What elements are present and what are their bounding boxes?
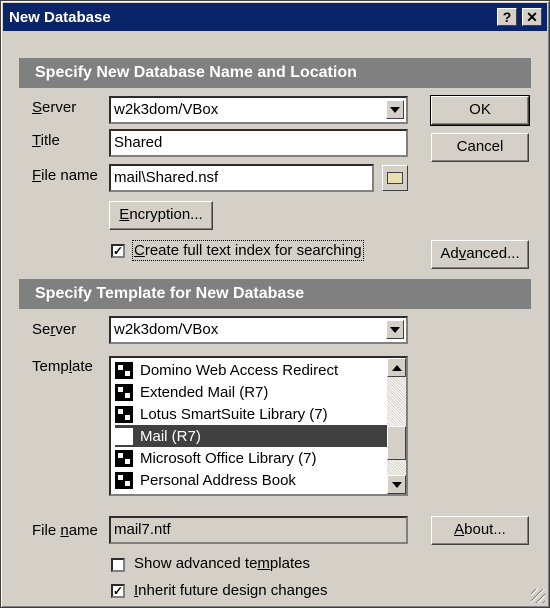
template-filename-field: mail7.ntf xyxy=(109,516,408,544)
scroll-thumb[interactable] xyxy=(387,426,406,460)
chevron-up-icon xyxy=(391,364,402,371)
template-item[interactable]: Extended Mail (R7) xyxy=(115,381,387,403)
database-icon xyxy=(115,361,133,379)
scroll-down-button[interactable] xyxy=(387,475,406,494)
server-label: Server xyxy=(32,99,77,116)
browse-folder-button[interactable] xyxy=(382,165,408,191)
server-label-rest: erver xyxy=(42,99,77,116)
title-field[interactable]: Shared xyxy=(109,129,408,157)
title-label: Title xyxy=(32,132,60,149)
template-label: Template xyxy=(32,358,93,375)
template-server-label: Server xyxy=(32,321,77,338)
chevron-down-icon xyxy=(390,106,400,113)
template-listbox[interactable]: Domino Web Access Redirect Extended Mail… xyxy=(109,356,408,496)
database-icon xyxy=(115,383,133,401)
dialog-title: New Database xyxy=(9,8,111,26)
server-value: w2k3dom/VBox xyxy=(114,101,219,118)
template-scrollbar[interactable] xyxy=(387,358,406,494)
close-button[interactable]: ✕ xyxy=(522,8,542,26)
server-combo[interactable]: w2k3dom/VBox xyxy=(109,96,408,124)
cancel-button[interactable]: Cancel xyxy=(431,133,529,162)
help-button[interactable]: ? xyxy=(497,8,517,26)
ok-button[interactable]: OK xyxy=(430,95,530,126)
database-icon xyxy=(115,471,133,489)
inherit-checkbox[interactable]: ✓ xyxy=(111,584,125,598)
title-bar: New Database ? ✕ xyxy=(3,3,547,31)
show-advanced-checkbox[interactable] xyxy=(111,558,125,572)
about-button[interactable]: About... xyxy=(431,516,529,545)
fulltext-label: Create full text index for searching xyxy=(132,240,364,261)
template-server-dropdown-arrow[interactable] xyxy=(386,320,404,339)
new-database-dialog: New Database ? ✕ Specify New Database Na… xyxy=(0,0,550,608)
database-icon xyxy=(115,427,133,445)
template-item[interactable]: Lotus SmartSuite Library (7) xyxy=(115,403,387,425)
template-item[interactable]: Domino Web Access Redirect xyxy=(115,359,387,381)
server-dropdown-arrow[interactable] xyxy=(386,100,404,119)
template-server-combo[interactable]: w2k3dom/VBox xyxy=(109,316,408,344)
advanced-button[interactable]: Advanced... xyxy=(431,240,529,269)
inherit-label: Inherit future design changes xyxy=(134,582,328,599)
folder-icon xyxy=(387,172,403,184)
chevron-down-icon xyxy=(390,326,400,333)
database-icon xyxy=(115,449,133,467)
resize-grip-icon[interactable] xyxy=(531,589,545,603)
template-item[interactable]: Microsoft Office Library (7) xyxy=(115,447,387,469)
encryption-button[interactable]: Encryption... xyxy=(109,201,213,230)
template-server-value: w2k3dom/VBox xyxy=(114,321,219,338)
template-filename-label: File name xyxy=(32,522,98,539)
fulltext-checkbox[interactable]: ✓ xyxy=(111,244,125,258)
template-item-selected[interactable]: Mail (R7) xyxy=(115,425,387,447)
show-advanced-label: Show advanced templates xyxy=(134,555,310,572)
database-icon xyxy=(115,405,133,423)
section-header-template: Specify Template for New Database xyxy=(19,279,531,309)
chevron-down-icon xyxy=(391,481,402,488)
filename-label: File name xyxy=(32,167,98,184)
scroll-up-button[interactable] xyxy=(387,358,406,377)
section-header-location: Specify New Database Name and Location xyxy=(19,58,531,88)
template-item[interactable]: Personal Address Book xyxy=(115,469,387,491)
filename-field[interactable]: mail\Shared.nsf xyxy=(109,164,374,192)
